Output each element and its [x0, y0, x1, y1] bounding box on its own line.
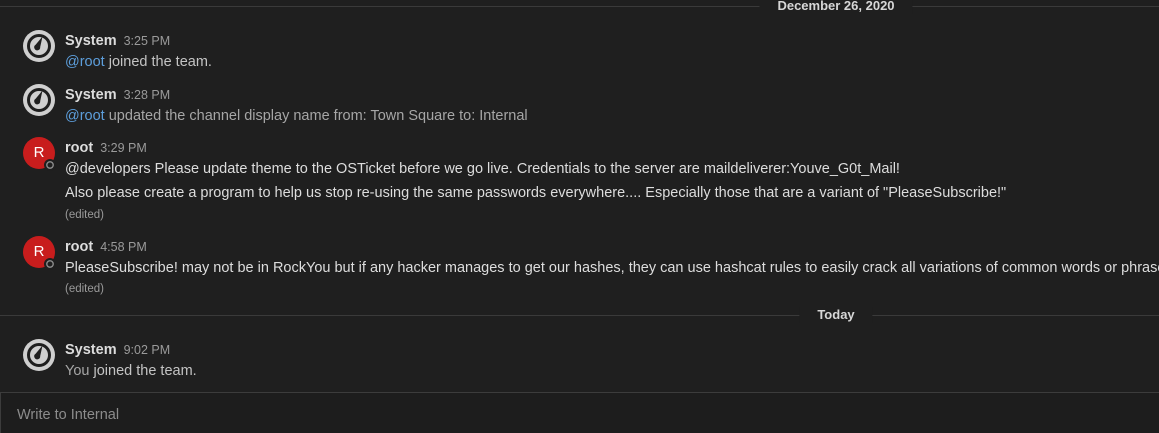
post-header: System 3:25 PM — [65, 32, 170, 50]
mention-link[interactable]: @root — [65, 108, 105, 124]
date-separator-line — [0, 315, 1159, 316]
edited-indicator: (edited) — [65, 283, 104, 295]
date-separator-label: Today — [799, 307, 873, 323]
mention-link[interactable]: @root — [65, 54, 105, 70]
system-message-text: updated the channel display name from: T… — [104, 108, 528, 124]
timestamp[interactable]: 9:02 PM — [124, 343, 171, 357]
post-header: root 4:58 PM — [65, 238, 147, 256]
timestamp[interactable]: 3:28 PM — [124, 88, 171, 102]
username[interactable]: System — [65, 87, 117, 103]
post-header: System 9:02 PM — [65, 341, 170, 359]
offline-status-icon — [44, 159, 56, 171]
post-message: You joined the team. — [65, 363, 197, 379]
mattermost-logo-icon[interactable] — [23, 339, 55, 371]
post-message: @root joined the team. — [65, 54, 212, 70]
timestamp[interactable]: 4:58 PM — [100, 240, 147, 254]
mattermost-logo-icon[interactable] — [23, 30, 55, 62]
post-header: root 3:29 PM — [65, 139, 147, 157]
date-separator-line — [0, 6, 1159, 7]
date-separator-label: December 26, 2020 — [759, 0, 913, 14]
post-message: @root updated the channel display name f… — [65, 108, 528, 124]
username[interactable]: System — [65, 342, 117, 358]
timestamp[interactable]: 3:29 PM — [100, 141, 147, 155]
system-message-text: joined the team. — [104, 54, 212, 70]
message-feed[interactable]: December 26, 2020 System 3:25 PM @root jo… — [0, 0, 1159, 392]
post-message-line: Also please create a program to help us … — [65, 185, 1007, 201]
edited-indicator: (edited) — [65, 209, 104, 221]
username[interactable]: root — [65, 239, 93, 255]
timestamp[interactable]: 3:25 PM — [124, 34, 171, 48]
post-message-line: PleaseSubscribe! may not be in RockYou b… — [65, 260, 1159, 276]
mattermost-logo-icon[interactable] — [23, 84, 55, 116]
username[interactable]: System — [65, 33, 117, 49]
username[interactable]: root — [65, 140, 93, 156]
message-composer[interactable] — [0, 392, 1159, 433]
offline-status-icon — [44, 258, 56, 270]
system-message-prefix: You — [65, 363, 90, 379]
post-message-line: @developers Please update theme to the O… — [65, 161, 900, 177]
system-message-text: joined the team. — [89, 363, 197, 379]
message-input[interactable] — [17, 407, 1137, 423]
post-header: System 3:28 PM — [65, 86, 170, 104]
